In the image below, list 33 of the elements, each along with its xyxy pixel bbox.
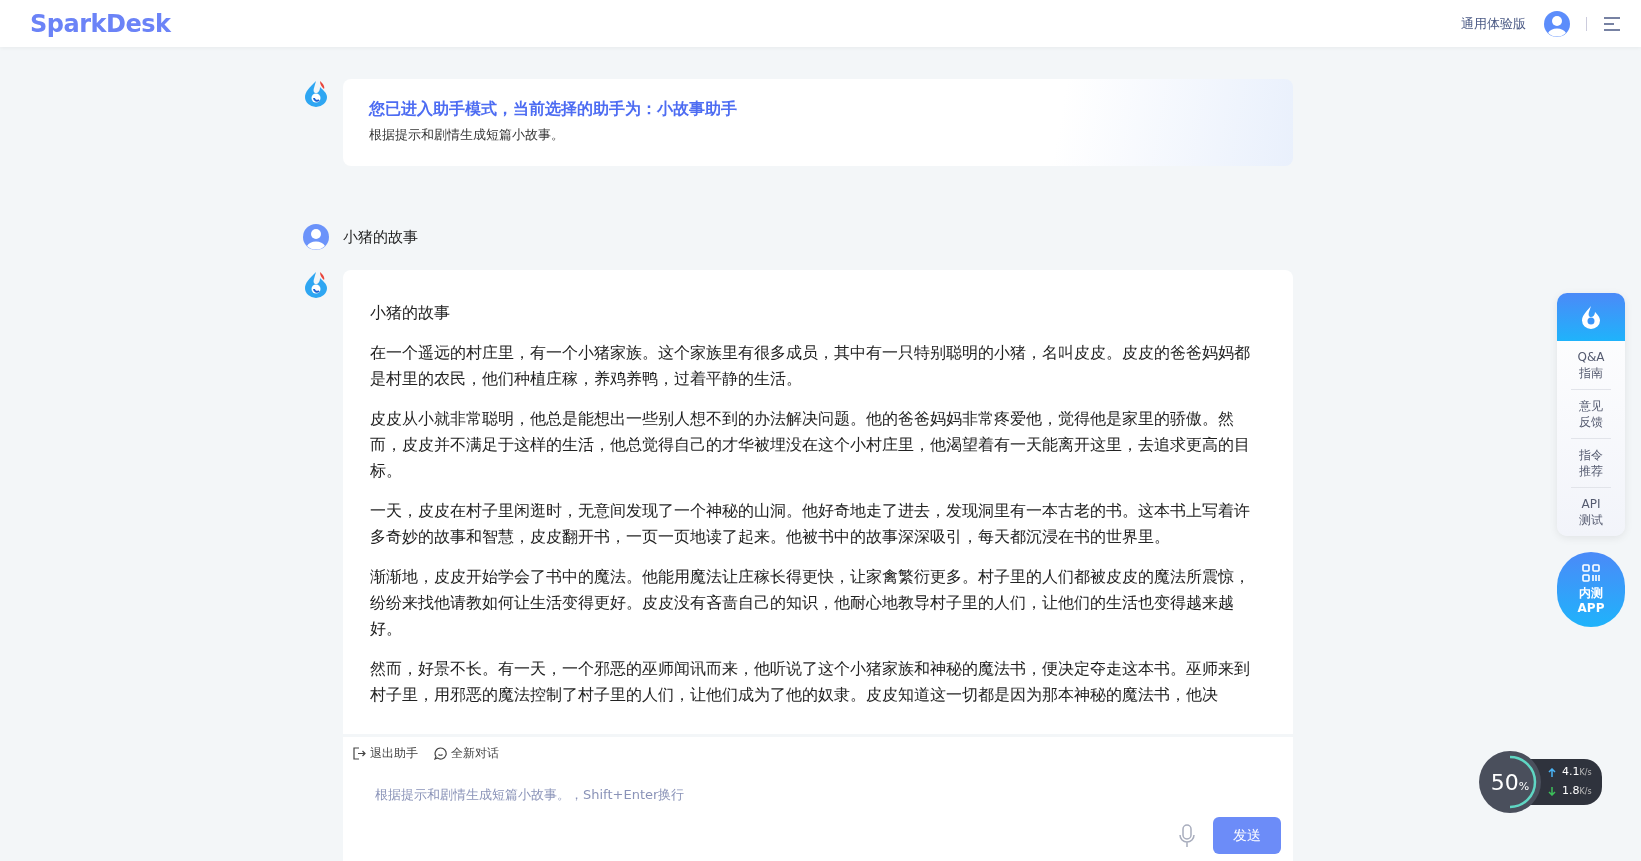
- dock-item[interactable]: 意见 反馈: [1557, 390, 1625, 438]
- toolbar-button[interactable]: 全新对话: [432, 743, 501, 764]
- answer-paragraph: 皮皮从小就非常聪明，他总是能想出一些别人想不到的办法解决问题。他的爸爸妈妈非常疼爱他，觉得他是家里的骄傲。然而，皮皮并不满足于这样的生活，他总觉得自己的才华被埋没在这个小村庄里，他渴望着有一天能离开这里，去追求更高的目标。: [370, 408, 1251, 482]
- user-avatar-icon: [303, 224, 329, 250]
- exit-icon: [353, 747, 366, 760]
- dock-item[interactable]: API 测试: [1557, 488, 1625, 536]
- qr-code-icon: [1581, 563, 1601, 583]
- toolbar-button[interactable]: 退出助手: [351, 743, 420, 764]
- dock-item[interactable]: 指令 推荐: [1557, 439, 1625, 487]
- answer-paragraph: 渐渐地，皮皮开始学会了书中的魔法。他能用魔法让庄稼长得更快，让家禽繁衍更多。村子里的人们都被皮皮的魔法所震惊，纷纷来找他请教如何让生活变得更好。皮皮没有吝啬自己的知识，他耐心地教导村子里的人们，让他们的生活也变得越来越好。: [370, 566, 1251, 640]
- answer-paragraph: 然而，好景不长。有一天，一个邪恶的巫师闻讯而来，他听说了这个小猪家族和神秘的魔法书，便决定夺走这本书。巫师来到村子里，用邪恶的魔法控制了村子里的人们，让他们成为了他的奴隶。皮皮知道这一切都是因为那本神秘的魔法书，他决: [370, 658, 1251, 706]
- chat-bubble-icon: [434, 747, 447, 760]
- answer-paragraph: 在一个遥远的村庄里，有一个小猪家族。这个家族里有很多成员，其中有一只特别聪明的小猪，名叫皮皮。皮皮的爸爸妈妈都是村里的农民，他们种植庄稼，养鸡养鸭，过着平静的生活。: [370, 342, 1251, 390]
- microphone-icon[interactable]: [1179, 823, 1195, 848]
- flame-logo-icon: [303, 79, 329, 107]
- notice-title: 您已进入助手模式，当前选择的助手为：小故事助手: [369, 99, 738, 120]
- user-avatar-icon: [1544, 10, 1570, 37]
- gauge-ring: [1478, 750, 1542, 814]
- download-arrow-icon: [1548, 787, 1556, 796]
- upload-speed: 4.1K/s: [1562, 764, 1592, 780]
- answer-paragraph: 一天，皮皮在村子里闲逛时，无意间发现了一个神秘的山洞。他好奇地走了进去，发现洞里有一本古老的书。这本书上写着许多奇妙的故事和智慧，皮皮翻开书，一页一页地读了起来。他被书中的故事深深吸引，每天都沉浸在书的世界里。: [370, 500, 1251, 548]
- flame-logo-icon: [303, 270, 329, 298]
- answer-title: 小猪的故事: [370, 302, 451, 324]
- dock-item[interactable]: Q&A 指南: [1557, 341, 1625, 389]
- notice-subtitle: 根据提示和剧情生成短篇小故事。: [369, 126, 565, 144]
- download-speed: 1.8K/s: [1562, 783, 1592, 799]
- message-input-field[interactable]: 根据提示和剧情生成短篇小故事。，Shift+Enter换行: [373, 786, 1077, 803]
- menu-icon[interactable]: [1603, 16, 1621, 31]
- memory-percent: 50%: [1490, 769, 1530, 795]
- upload-arrow-icon: [1548, 768, 1556, 777]
- edition-link[interactable]: 通用体验版: [1461, 14, 1526, 33]
- user-message: 小猪的故事: [343, 227, 418, 247]
- flame-icon[interactable]: [1580, 305, 1602, 329]
